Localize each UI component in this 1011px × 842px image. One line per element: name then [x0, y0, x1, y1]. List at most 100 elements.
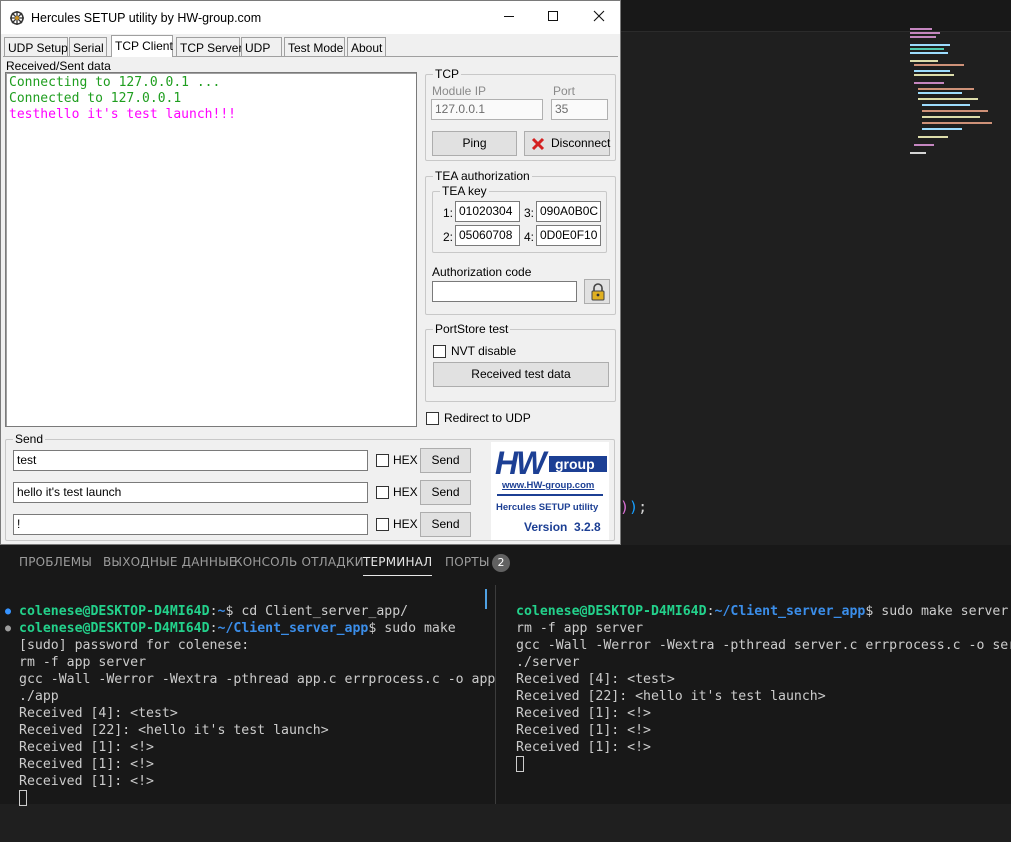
received-line: Connected to 127.0.0.1	[9, 91, 182, 106]
tea-key-4-field[interactable]: 0D0E0F10	[536, 225, 601, 246]
terminal-status-dot-icon: ●	[5, 606, 12, 617]
tab-debug-console[interactable]: КОНСОЛЬ ОТЛАДКИ	[234, 555, 364, 569]
terminal-line: [sudo] password for colenese:	[19, 638, 250, 653]
tab-test-mode[interactable]: Test Mode	[284, 37, 345, 57]
ping-button[interactable]: Ping	[432, 131, 517, 156]
terminal-line: Received [4]: <test>	[516, 672, 675, 687]
tab-problems[interactable]: ПРОБЛЕМЫ	[19, 555, 92, 569]
tea-key-2-field[interactable]: 05060708	[455, 225, 520, 246]
received-line: Connecting to 127.0.0.1 ...	[9, 75, 221, 90]
disconnect-label: Disconnect	[551, 136, 611, 150]
tab-about[interactable]: About	[347, 37, 386, 57]
hex-label: HEX	[393, 485, 418, 499]
terminal-line: Received [1]: <!>	[19, 757, 154, 772]
maximize-button[interactable]	[539, 7, 567, 29]
terminal-line: Received [1]: <!>	[19, 774, 154, 789]
tea-key-3-field[interactable]: 090A0B0C	[536, 201, 601, 222]
terminal-line: Received [1]: <!>	[516, 706, 651, 721]
send-field-2[interactable]: hello it's test launch	[13, 482, 368, 503]
logo-version: Version 3.2.8	[524, 520, 601, 534]
minimize-button[interactable]	[495, 7, 523, 29]
key-index-label: 3:	[524, 206, 535, 220]
minimize-icon	[504, 16, 514, 17]
disconnect-button[interactable]: Disconnect	[524, 131, 610, 156]
terminal-status-dot-icon: ●	[5, 623, 12, 634]
terminal-line: gcc -Wall -Werror -Wextra -pthread serve…	[516, 638, 1011, 653]
send-field-1[interactable]: test	[13, 450, 368, 471]
terminal-line: ./app	[19, 689, 59, 704]
module-ip-label: Module IP	[432, 84, 487, 98]
received-label: Received/Sent data	[6, 59, 111, 73]
hex-checkbox-3[interactable]	[376, 518, 389, 531]
nvt-disable-label: NVT disable	[451, 344, 517, 358]
terminal-line: gcc -Wall -Werror -Wextra -pthread app.c…	[19, 672, 496, 687]
terminal-line: Received [1]: <!>	[19, 740, 154, 755]
received-test-data-button[interactable]: Received test data	[433, 362, 609, 387]
tea-key-1-field[interactable]: 01020304	[455, 201, 520, 222]
received-line: testhello it's test launch!!!	[9, 107, 236, 122]
module-ip-field[interactable]: 127.0.0.1	[431, 99, 543, 120]
svg-text:HW: HW	[495, 445, 549, 481]
terminal-cursor	[516, 756, 524, 772]
terminal-line: rm -f app server	[516, 621, 644, 636]
ports-badge: 2	[492, 554, 510, 572]
tab-udp[interactable]: UDP	[241, 37, 282, 57]
received-data-box[interactable]: Connecting to 127.0.0.1 ... Connected to…	[5, 72, 417, 427]
portstore-group-label: PortStore test	[433, 322, 511, 336]
hw-group-logo[interactable]: HW group www.HW-group.com Hercules SETUP…	[491, 442, 609, 540]
window-title: Hercules SETUP utility by HW-group.com	[31, 11, 262, 25]
title-bar[interactable]: Hercules SETUP utility by HW-group.com	[1, 1, 620, 34]
terminal-line: Received [22]: <hello it's test launch>	[19, 723, 329, 738]
tab-tcp-server[interactable]: TCP Server	[176, 37, 242, 57]
maximize-icon	[548, 11, 558, 21]
send-button-2[interactable]: Send	[420, 480, 471, 505]
send-button-3[interactable]: Send	[420, 512, 471, 537]
logo-product: Hercules SETUP utility	[496, 502, 599, 513]
authorization-code-label: Authorization code	[432, 265, 532, 279]
hex-checkbox-2[interactable]	[376, 486, 389, 499]
minimap[interactable]	[900, 26, 1000, 166]
tab-tcp-client[interactable]: TCP Client	[111, 35, 173, 57]
terminal-line: ./server	[516, 655, 580, 670]
padlock-icon	[591, 283, 605, 301]
port-label: Port	[553, 84, 576, 98]
tab-terminal[interactable]: ТЕРМИНАЛ	[363, 555, 433, 576]
port-field[interactable]: 35	[551, 99, 608, 120]
send-button-1[interactable]: Send	[420, 448, 471, 473]
nvt-disable-checkbox[interactable]	[433, 345, 446, 358]
hex-label: HEX	[393, 517, 418, 531]
redirect-to-udp-checkbox[interactable]	[426, 412, 439, 425]
hex-checkbox-1[interactable]	[376, 454, 389, 467]
tab-udp-setup[interactable]: UDP Setup	[4, 37, 68, 57]
key-index-label: 2:	[443, 230, 454, 244]
hercules-window: Hercules SETUP utility by HW-group.com U…	[0, 0, 621, 545]
terminal-right[interactable]: colenese@DESKTOP-D4MI64D:~/Client_server…	[516, 586, 1011, 808]
hex-label: HEX	[393, 453, 418, 467]
tab-ports[interactable]: ПОРТЫ	[445, 555, 490, 569]
logo-url: www.HW-group.com	[502, 480, 595, 491]
redirect-to-udp-label: Redirect to UDP	[444, 411, 531, 425]
disconnect-x-icon	[531, 137, 545, 151]
tab-output[interactable]: ВЫХОДНЫЕ ДАННЫЕ	[103, 555, 237, 569]
panel-tabs: ПРОБЛЕМЫ ВЫХОДНЫЕ ДАННЫЕ КОНСОЛЬ ОТЛАДКИ…	[0, 545, 1011, 579]
lock-button[interactable]	[584, 279, 610, 304]
terminal-line: Received [4]: <test>	[19, 706, 178, 721]
terminal-line: Received [22]: <hello it's test launch>	[516, 689, 826, 704]
code-fragment: ));	[620, 498, 648, 516]
tea-group-label: TEA authorization	[433, 169, 532, 183]
terminal-line: Received [1]: <!>	[516, 723, 651, 738]
authorization-code-field[interactable]	[432, 281, 577, 302]
close-button[interactable]	[585, 7, 613, 29]
key-index-label: 4:	[524, 230, 535, 244]
tea-key-label: TEA key	[440, 184, 489, 198]
tab-serial[interactable]: Serial	[69, 37, 107, 57]
vscode-editor: ));	[620, 0, 1011, 545]
svg-text:group: group	[555, 456, 595, 472]
close-icon	[593, 10, 605, 22]
bottom-panel: ПРОБЛЕМЫ ВЫХОДНЫЕ ДАННЫЕ КОНСОЛЬ ОТЛАДКИ…	[0, 545, 1011, 806]
send-group-label: Send	[13, 432, 46, 446]
hercules-app-icon	[10, 11, 24, 25]
terminal-line: rm -f app server	[19, 655, 147, 670]
terminal-line: Received [1]: <!>	[516, 740, 651, 755]
send-field-3[interactable]: !	[13, 514, 368, 535]
